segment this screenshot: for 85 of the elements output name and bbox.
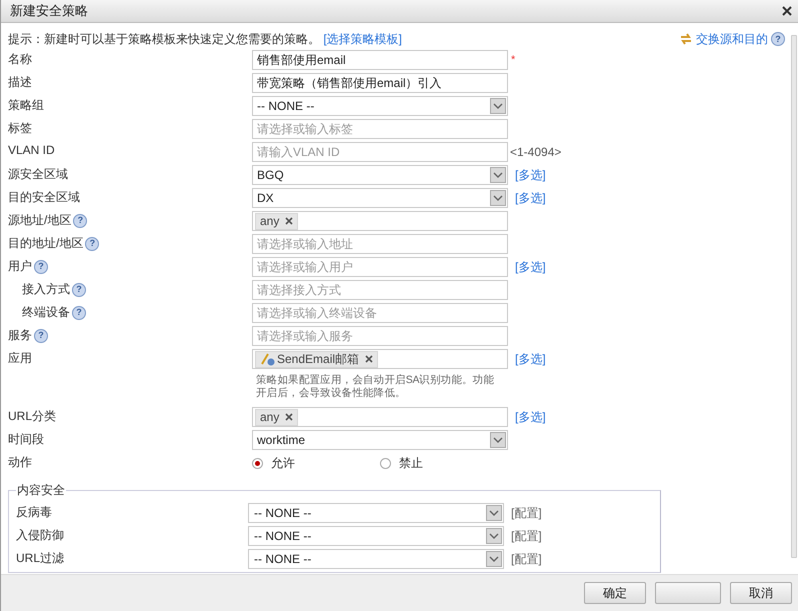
field-label: 标签 [8, 120, 32, 137]
radio-option[interactable]: 禁止 [380, 454, 508, 472]
text-field[interactable]: 请选择或输入标签 [252, 119, 508, 139]
text-field[interactable]: 请输入VLAN ID [252, 142, 508, 162]
select-field[interactable]: -- NONE -- [248, 549, 504, 569]
field-label: VLAN ID [8, 143, 55, 157]
select-field[interactable]: worktime [252, 430, 508, 450]
field-label: 接入方式 [22, 281, 70, 298]
config-link[interactable]: [配置] [504, 503, 654, 523]
required-mark: * [511, 54, 516, 66]
radio-button-icon[interactable] [380, 458, 391, 468]
multi-select-link[interactable]: [多选] [515, 408, 546, 426]
help-icon[interactable]: ? [34, 260, 48, 274]
tag-field[interactable]: SendEmail邮箱 [252, 349, 508, 369]
text-field[interactable]: 请选择接入方式 [252, 280, 508, 300]
dropdown-caret-icon [490, 432, 506, 448]
multi-select-link[interactable]: [多选] [515, 350, 546, 368]
field-label: 用户 [8, 258, 32, 275]
field-label: 源安全区域 [8, 166, 68, 183]
field-label: 时间段 [8, 431, 44, 448]
field-label: 策略组 [8, 97, 44, 114]
dropdown-caret-icon [490, 190, 506, 206]
field-label: 动作 [8, 454, 32, 471]
field-label: 目的地址/地区 [8, 235, 84, 252]
range-hint: <1-4094> [510, 145, 562, 159]
config-link[interactable]: [配置] [504, 549, 654, 569]
help-icon[interactable]: ? [771, 32, 785, 46]
select-field[interactable]: -- NONE -- [248, 503, 504, 523]
swap-arrows-icon [679, 33, 693, 45]
field-label: 源地址/地区 [8, 212, 72, 229]
dialog-button[interactable]: 取消 [730, 582, 792, 604]
dropdown-caret-icon [490, 167, 506, 183]
select-field[interactable]: -- NONE -- [248, 526, 504, 546]
tag-field[interactable]: any [252, 211, 508, 231]
radio-button-icon[interactable] [252, 458, 263, 468]
field-label: 服务 [8, 327, 32, 344]
field-label: 入侵防御 [16, 527, 65, 544]
multi-select-link[interactable]: [多选] [515, 166, 546, 184]
select-field[interactable]: BGQ [252, 165, 508, 185]
group-title: 内容安全 [16, 482, 66, 499]
dialog-button[interactable]: 确定 [584, 582, 646, 604]
help-icon[interactable]: ? [85, 236, 100, 250]
hint-text: 提示：新建时可以基于策略模板来快速定义您需要的策略。 [选择策略模板] [8, 30, 402, 48]
template-link[interactable]: [选择策略模板] [323, 32, 402, 46]
field-label: URL过滤 [16, 550, 66, 567]
swap-link[interactable]: 交换源和目的 [696, 30, 768, 48]
multi-select-link[interactable]: [多选] [515, 190, 546, 206]
text-field[interactable]: 请选择或输入用户 [252, 257, 508, 277]
field-label: 描述 [8, 74, 32, 91]
text-field[interactable]: 销售部使用email [252, 50, 508, 70]
multi-select-link[interactable]: [多选] [515, 258, 546, 276]
field-label: 目的安全区域 [8, 189, 80, 206]
remove-icon [285, 413, 294, 421]
remove-icon [365, 355, 374, 363]
select-field[interactable]: -- NONE -- [252, 96, 508, 116]
text-field[interactable]: 请选择或输入服务 [252, 326, 508, 346]
dropdown-caret-icon [486, 505, 502, 521]
close-icon[interactable] [782, 6, 792, 16]
field-label: 终端设备 [22, 304, 70, 321]
config-link[interactable]: [配置] [504, 526, 654, 546]
field-label: 应用 [8, 350, 32, 367]
help-icon[interactable]: ? [72, 306, 86, 320]
text-field[interactable]: 请选择或输入终端设备 [252, 303, 508, 323]
blank-button[interactable] [655, 582, 721, 604]
remove-icon [285, 217, 294, 225]
help-icon[interactable]: ? [72, 282, 86, 296]
tag-field[interactable]: any [252, 407, 508, 427]
tag-chip: any [255, 408, 298, 426]
app-description: 策略如果配置应用，会自动开启SA识别功能。功能开启后，会导致设备性能降低。 [255, 373, 496, 401]
field-label: 反病毒 [16, 504, 53, 521]
help-icon[interactable]: ? [73, 214, 88, 228]
window-title: 新建安全策略 [10, 2, 88, 20]
tag-chip: any [255, 212, 298, 230]
app-icon [260, 352, 276, 366]
text-field[interactable]: 请选择或输入地址 [252, 234, 508, 254]
dropdown-caret-icon [486, 528, 502, 544]
dropdown-caret-icon [490, 98, 506, 114]
field-label: URL分类 [8, 408, 56, 425]
field-label: 名称 [8, 51, 32, 68]
text-field[interactable]: 带宽策略（销售部使用email）引入 [252, 73, 508, 93]
dropdown-caret-icon [486, 551, 502, 567]
select-field[interactable]: DX [252, 188, 508, 208]
radio-option[interactable]: 允许 [252, 454, 380, 472]
help-icon[interactable]: ? [34, 328, 48, 342]
tag-chip: SendEmail邮箱 [255, 350, 378, 368]
